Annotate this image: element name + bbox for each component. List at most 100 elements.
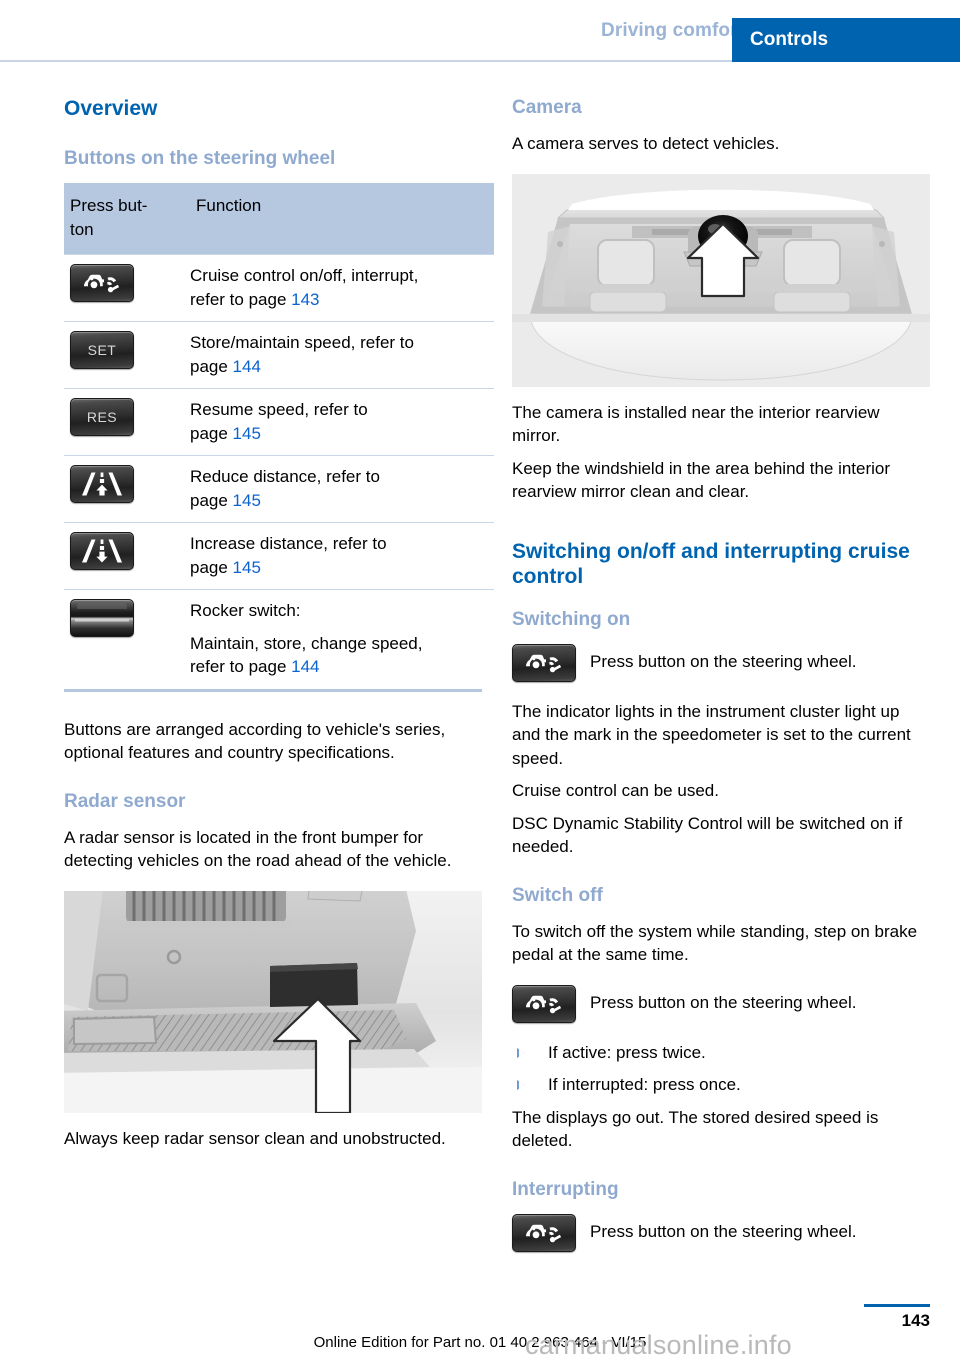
page-header: Driving comfort Controls xyxy=(0,0,960,62)
page-reference-link[interactable]: 145 xyxy=(233,558,261,577)
function-ref-text: page xyxy=(190,557,233,577)
cruise-control-usable-text: Cruise control can be used. xyxy=(512,781,719,800)
camera-intro-text: A camera serves to detect vehicles. xyxy=(512,134,780,153)
page-reference-link[interactable]: 144 xyxy=(233,357,261,376)
table-cell-icon xyxy=(64,254,190,322)
table-row: Rocker switch: Maintain, store, change s… xyxy=(64,589,494,689)
function-line-2: page 145 xyxy=(190,556,494,580)
list-item: If active: press twice. xyxy=(512,1041,930,1065)
function-line-2: page 145 xyxy=(190,489,494,513)
header-divider xyxy=(0,60,732,62)
right-column: Camera A camera serves to detect vehicle… xyxy=(512,96,930,1261)
table-row: Reduce distance, refer to page 145 xyxy=(64,455,494,523)
table-header-function: Function xyxy=(196,196,262,215)
table-cell-icon: RES xyxy=(64,388,190,456)
set-button-label: SET xyxy=(87,342,117,358)
function-line-0: Rocker switch: xyxy=(190,601,301,620)
function-line-1: Cruise control on/off, interrupt, xyxy=(190,266,419,285)
page-number: 143 xyxy=(901,1311,930,1330)
footer-divider xyxy=(864,1304,930,1307)
table-header-row: Press but- ton Function xyxy=(64,183,494,255)
header-section-label: Controls xyxy=(750,29,829,50)
increase-distance-button-icon xyxy=(70,532,134,570)
steering-wheel-buttons-table: Press but- ton Function Cruise control o… xyxy=(64,183,494,689)
table-cell-function: Store/maintain speed, refer to page 144 xyxy=(190,321,494,389)
table-cell-function: Reduce distance, refer to page 145 xyxy=(190,455,494,523)
table-header-press-button: Press but- ton xyxy=(64,183,190,255)
cruise-control-button-icon xyxy=(70,264,134,302)
function-line-1: Increase distance, refer to xyxy=(190,534,387,553)
header-chapter-label: Driving comfort xyxy=(601,20,744,41)
section-heading-switching-on: Switching on xyxy=(512,608,631,630)
res-button-icon: RES xyxy=(70,398,134,436)
camera-location-text: The camera is installed near the interio… xyxy=(512,402,880,446)
header-section-tab: Controls xyxy=(732,18,960,62)
section-heading-interrupting: Interrupting xyxy=(512,1178,619,1200)
switch-off-button-text: Press button on the steering wheel. xyxy=(590,992,857,1012)
list-item-label: If interrupted: press once. xyxy=(548,1075,741,1094)
section-heading-buttons: Buttons on the steering wheel xyxy=(64,148,336,169)
triangle-bullet-icon xyxy=(517,1047,525,1058)
function-line-1: Resume speed, refer to xyxy=(190,400,368,419)
buttons-arrangement-note: Buttons are arranged according to vehicl… xyxy=(64,719,446,763)
table-cell-icon xyxy=(64,589,190,689)
section-heading-radar-sensor: Radar sensor xyxy=(64,790,186,812)
page-reference-link[interactable]: 145 xyxy=(233,491,261,510)
table-cell-icon xyxy=(64,522,190,590)
table-cell-function: Increase distance, refer to page 145 xyxy=(190,522,494,590)
reduce-distance-button-icon xyxy=(70,465,134,503)
dsc-text: DSC Dynamic Stability Control will be sw… xyxy=(512,813,903,857)
page-reference-link[interactable]: 144 xyxy=(291,657,319,676)
radar-sensor-caption: Always keep radar sensor clean and unobs… xyxy=(64,1128,446,1148)
function-line-1: Store/maintain speed, refer to xyxy=(190,333,414,352)
function-line-2: refer to page 143 xyxy=(190,288,494,312)
edition-note: Online Edition for Part no. 01 40 2 963 … xyxy=(313,1334,647,1351)
triangle-bullet-icon xyxy=(517,1080,525,1090)
page-reference-link[interactable]: 145 xyxy=(233,424,261,443)
switching-on-indicator-text: The indicator lights in the instrument c… xyxy=(512,701,911,768)
table-cell-function: Resume speed, refer to page 145 xyxy=(190,388,494,456)
table-header-press-button-line2: ton xyxy=(70,219,94,239)
function-ref-text: refer to page xyxy=(190,657,292,676)
switching-on-button-text: Press button on the steering wheel. xyxy=(590,651,857,671)
table-cell-icon xyxy=(64,455,190,523)
table-cell-function: Cruise control on/off, interrupt, refer … xyxy=(190,254,494,322)
interrupting-button-row: Press button on the steering wheel. xyxy=(512,1213,930,1252)
interrupting-button-text: Press button on the steering wheel. xyxy=(590,1221,857,1241)
function-line-2: refer to page 144 xyxy=(190,655,494,679)
function-ref-text: page xyxy=(190,490,233,510)
cruise-control-button-icon xyxy=(512,643,576,682)
set-button-icon: SET xyxy=(70,331,134,369)
res-button-label: RES xyxy=(86,409,118,425)
switching-on-button-row: Press button on the steering wheel. xyxy=(512,643,930,682)
list-item: If interrupted: press once. xyxy=(512,1073,930,1097)
rocker-switch-icon xyxy=(70,599,134,637)
cruise-control-button-icon xyxy=(512,984,576,1023)
table-row: Cruise control on/off, interrupt, refer … xyxy=(64,254,494,322)
table-cell-function: Rocker switch: Maintain, store, change s… xyxy=(190,589,494,689)
section-heading-camera: Camera xyxy=(512,97,582,118)
cruise-control-button-icon xyxy=(512,1213,576,1252)
radar-sensor-description: A radar sensor is located in the front b… xyxy=(64,827,452,871)
function-ref-text: page xyxy=(190,356,233,376)
table-header-press-button-line1: Press but- xyxy=(70,196,148,215)
section-heading-switching: Switching on/off and interrupting cruise… xyxy=(512,539,910,588)
table-row: SET Store/maintain speed, refer to page … xyxy=(64,321,494,389)
windshield-camera-photo xyxy=(512,173,930,387)
function-ref-text: page xyxy=(190,423,233,443)
function-line-2: page 145 xyxy=(190,422,494,446)
table-cell-icon: SET xyxy=(64,321,190,389)
displays-go-out-text: The displays go out. The stored desired … xyxy=(512,1107,879,1151)
watermark: carmanualsonline.info xyxy=(525,1330,792,1360)
page-reference-link[interactable]: 143 xyxy=(291,290,319,309)
function-line-2: page 144 xyxy=(190,355,494,379)
camera-cleanliness-text: Keep the windshield in the area behind t… xyxy=(512,458,891,502)
function-line-1: Reduce distance, refer to xyxy=(190,467,380,486)
front-bumper-radar-sensor-photo xyxy=(64,890,482,1113)
table-row: RES Resume speed, refer to page 145 xyxy=(64,388,494,456)
function-ref-text: refer to page xyxy=(190,289,292,309)
switch-off-bullet-list: If active: press twice. If interrupted: … xyxy=(512,1041,930,1097)
switch-off-instruction-text: To switch off the system while standing,… xyxy=(512,921,918,965)
page-title: Overview xyxy=(64,97,158,120)
table-row: Increase distance, refer to page 145 xyxy=(64,522,494,590)
